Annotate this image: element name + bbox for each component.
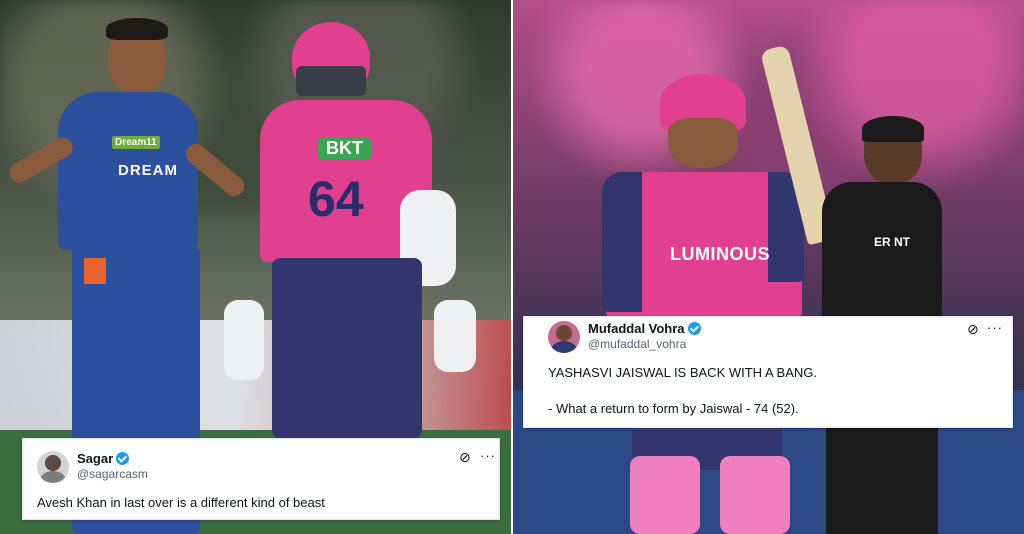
more-options-icon[interactable]: ··· <box>480 448 496 463</box>
umpire-shirt <box>822 182 942 332</box>
tweet-text-line-2: - What a return to form by Jaiswal - 74 … <box>548 401 799 416</box>
batter-pads <box>630 456 700 534</box>
avatar[interactable] <box>548 321 580 353</box>
tweet-card-mufaddal[interactable]: Mufaddal Vohra @mufaddal_vohra ⊘ ··· YAS… <box>523 316 1013 428</box>
tweet-author-handle[interactable]: @sagarcasm <box>77 467 148 481</box>
umpire-figure: ER NT <box>802 0 952 534</box>
batter-jersey-sponsor: BKT <box>318 138 371 159</box>
batter-jersey-number: 64 <box>308 171 364 227</box>
verified-badge-icon <box>687 322 701 335</box>
batter-trousers <box>272 258 422 438</box>
more-options-icon[interactable]: ··· <box>987 320 1003 335</box>
avatar[interactable] <box>37 451 69 483</box>
tweet-author-name[interactable]: Sagar <box>77 451 130 466</box>
tweet-author-handle[interactable]: @mufaddal_vohra <box>588 337 686 351</box>
batter-jersey-sponsor: LUMINOUS <box>670 244 770 264</box>
tweet-text: Avesh Khan in last over is a different k… <box>37 495 325 510</box>
image-divider <box>511 0 513 534</box>
right-photo: LUMINOUS ER NT <box>512 0 1024 534</box>
grok-icon[interactable]: ⊘ <box>967 321 979 338</box>
grok-icon[interactable]: ⊘ <box>459 449 471 466</box>
tweet-text-line-1: YASHASVI JAISWAL IS BACK WITH A BANG. <box>548 365 817 380</box>
author-name-text: Sagar <box>77 451 114 466</box>
bowler-jersey-badge: Dream11 <box>112 136 160 149</box>
bowler-jersey-sponsor: DREAM <box>118 162 178 179</box>
umpire-shirt-text: ER NT <box>874 235 910 249</box>
verified-badge-icon <box>116 452 130 465</box>
tweet-card-sagar[interactable]: Sagar @sagarcasm ⊘ ··· Avesh Khan in las… <box>22 438 500 520</box>
tweet-author-name[interactable]: Mufaddal Vohra <box>588 321 701 336</box>
author-name-text: Mufaddal Vohra <box>588 321 685 336</box>
